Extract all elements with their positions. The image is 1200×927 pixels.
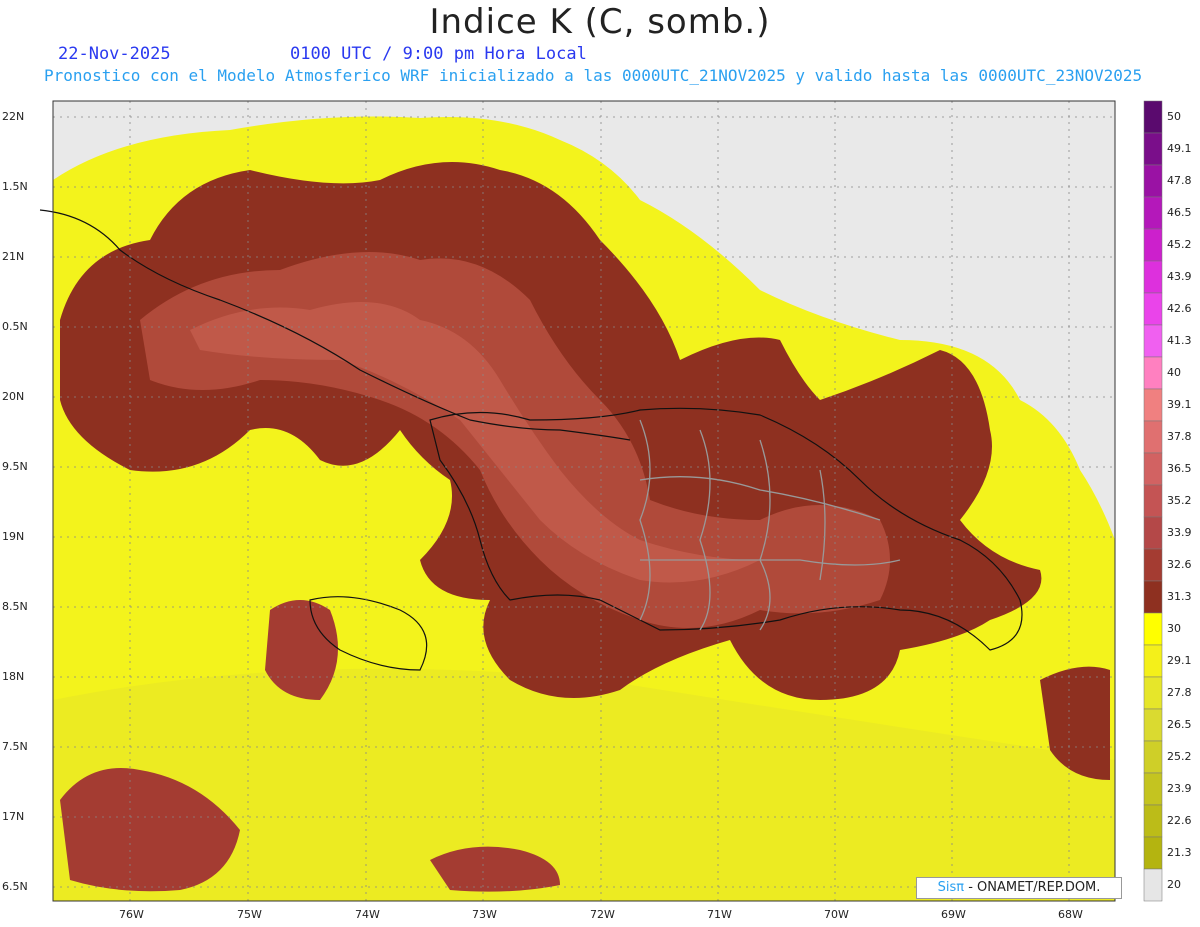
colorbar-label: 46.5 [1167,206,1192,219]
lat-label: 21N [2,250,25,263]
colorbar-swatch [1143,804,1163,838]
colorbar-swatch [1143,708,1163,742]
lon-label: 69W [941,908,966,921]
colorbar-label: 27.8 [1167,686,1192,699]
lat-label: 17N [2,810,25,823]
colorbar-swatch [1143,580,1163,614]
colorbar-label: 50 [1167,110,1181,123]
colorbar-swatch [1143,196,1163,230]
colorbar-swatch [1143,484,1163,518]
colorbar-swatch [1143,836,1163,870]
colorbar-swatch [1143,260,1163,294]
colorbar-swatch [1143,612,1163,646]
colorbar-label: 20 [1167,878,1181,891]
colorbar-label: 47.8 [1167,174,1192,187]
colorbar-label: 36.5 [1167,462,1192,475]
colorbar-label: 32.6 [1167,558,1192,571]
lat-label: 1.5N [2,180,28,193]
lon-label: 75W [237,908,262,921]
colorbar-label: 26.5 [1167,718,1192,731]
lon-label: 73W [472,908,497,921]
lat-label: 20N [2,390,25,403]
colorbar-label: 25.2 [1167,750,1192,763]
colorbar-swatch [1143,868,1163,902]
colorbar-label: 40 [1167,366,1181,379]
colorbar-swatch [1143,676,1163,710]
colorbar-swatch [1143,420,1163,454]
colorbar-swatch [1143,100,1163,134]
lon-label: 72W [590,908,615,921]
lon-label: 71W [707,908,732,921]
colorbar-label: 35.2 [1167,494,1192,507]
lon-label: 76W [119,908,144,921]
credit-brand: Sisπ [937,880,965,895]
credit-badge: Sisπ - ONAMET/REP.DOM. [916,877,1122,899]
credit-org: - ONAMET/REP.DOM. [964,880,1101,895]
colorbar-swatch [1143,388,1163,422]
colorbar-label: 22.6 [1167,814,1192,827]
colorbar-label: 49.1 [1167,142,1192,155]
colorbar-label: 39.1 [1167,398,1192,411]
colorbar-label: 41.3 [1167,334,1192,347]
colorbar-label: 23.9 [1167,782,1192,795]
lat-label: 22N [2,110,25,123]
colorbar-swatch [1143,164,1163,198]
colorbar-label: 37.8 [1167,430,1192,443]
lon-label: 68W [1058,908,1083,921]
colorbar-swatch [1143,548,1163,582]
lon-label: 74W [355,908,380,921]
colorbar-swatch [1143,324,1163,358]
lat-label: 19N [2,530,25,543]
lat-label: 7.5N [2,740,28,753]
lat-label: 18N [2,670,25,683]
colorbar-swatch [1143,644,1163,678]
colorbar-label: 43.9 [1167,270,1192,283]
colorbar [1143,100,1163,902]
colorbar-swatch [1143,772,1163,806]
lat-label: 0.5N [2,320,28,333]
lat-label: 8.5N [2,600,28,613]
colorbar-label: 45.2 [1167,238,1192,251]
colorbar-swatch [1143,516,1163,550]
colorbar-label: 42.6 [1167,302,1192,315]
k-index-map [39,100,1163,902]
colorbar-label: 29.1 [1167,654,1192,667]
colorbar-swatch [1143,452,1163,486]
colorbar-label: 33.9 [1167,526,1192,539]
colorbar-swatch [1143,228,1163,262]
colorbar-label: 30 [1167,622,1181,635]
colorbar-swatch [1143,740,1163,774]
colorbar-swatch [1143,356,1163,390]
colorbar-label: 31.3 [1167,590,1192,603]
lat-label: 6.5N [2,880,28,893]
lon-label: 70W [824,908,849,921]
colorbar-swatch [1143,132,1163,166]
colorbar-label: 21.3 [1167,846,1192,859]
lat-label: 9.5N [2,460,28,473]
colorbar-swatch [1143,292,1163,326]
